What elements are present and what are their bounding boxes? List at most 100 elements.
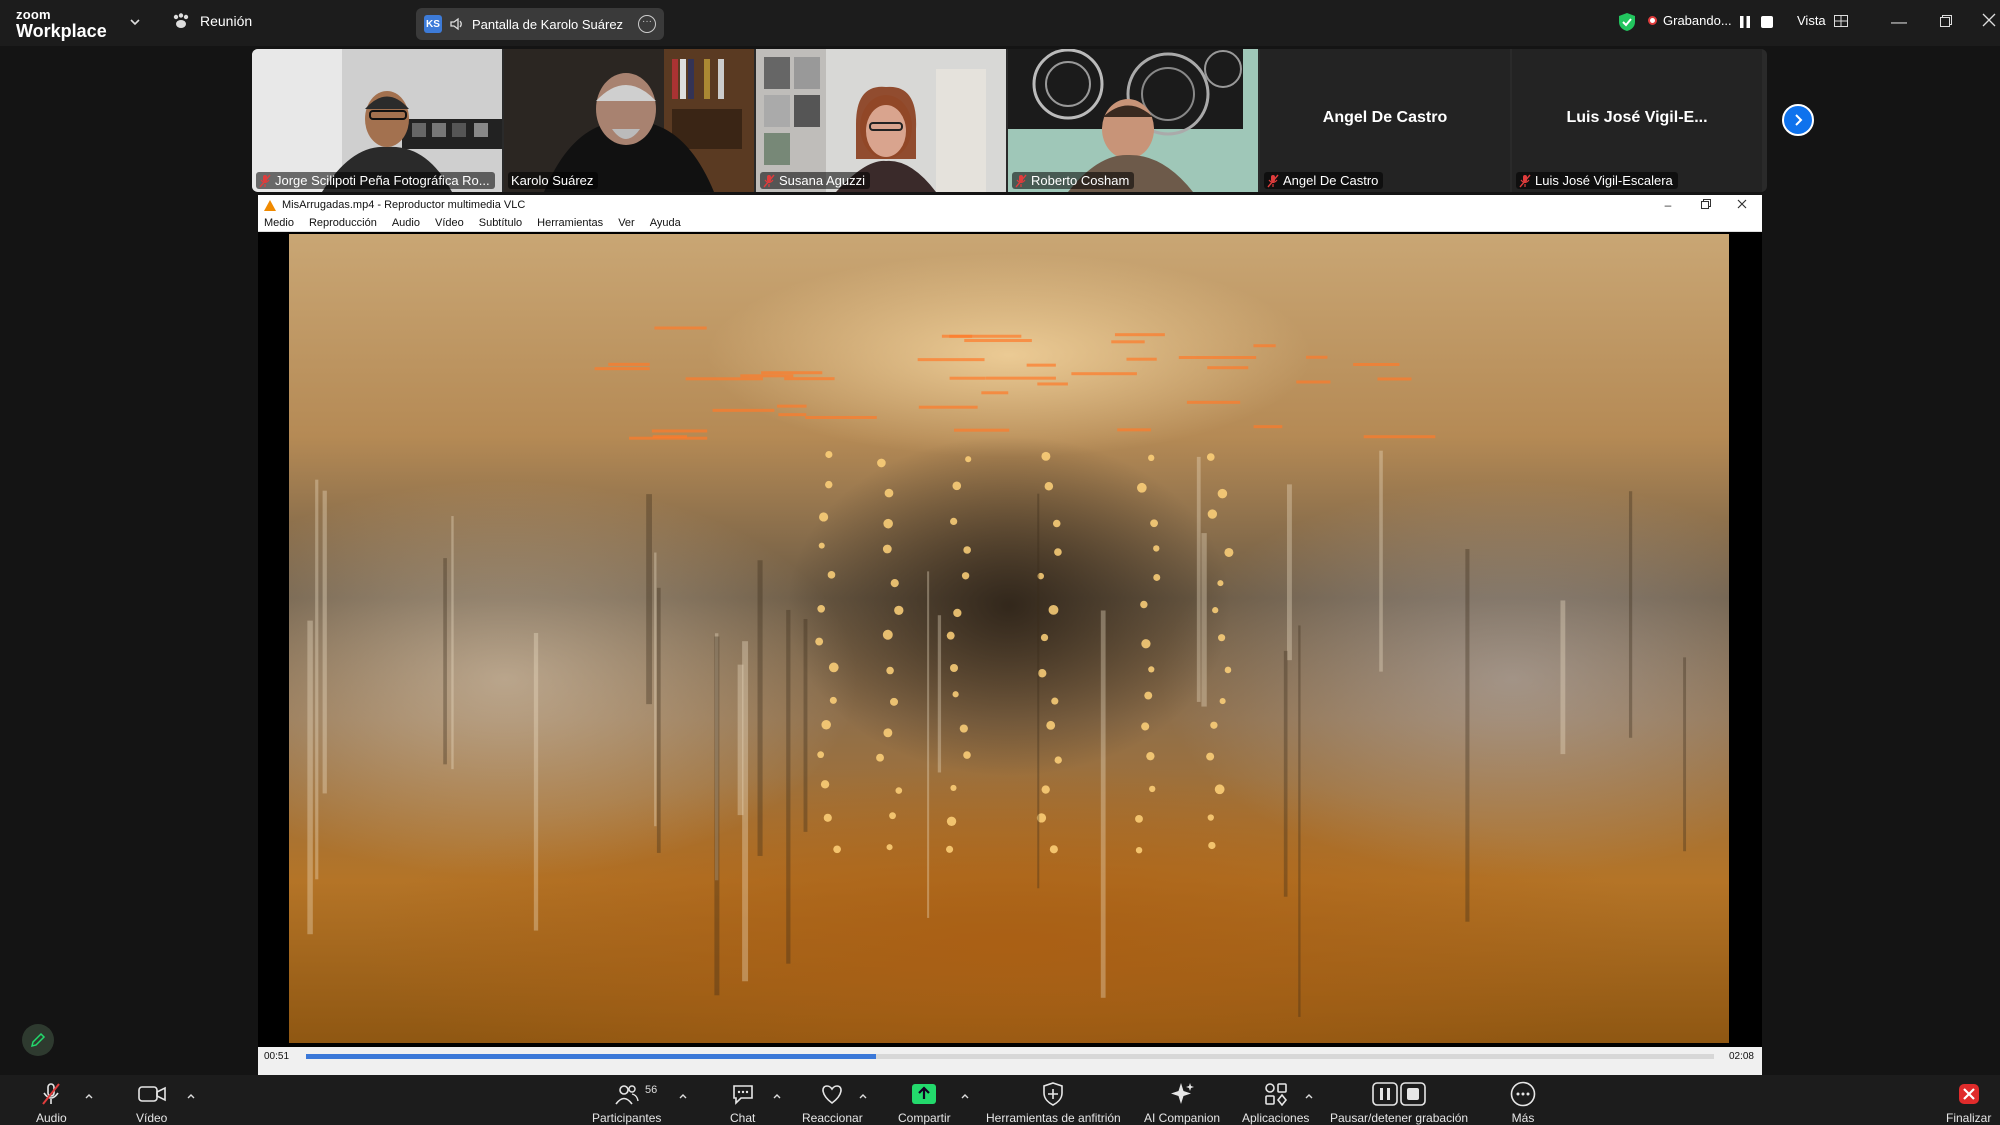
chevron-down-icon[interactable] bbox=[128, 15, 142, 29]
vlc-cone-icon bbox=[264, 199, 276, 211]
vlc-menu-audio[interactable]: Audio bbox=[392, 217, 420, 229]
apps-icon bbox=[1264, 1083, 1287, 1106]
shield-icon bbox=[1043, 1082, 1064, 1106]
top-bar: zoom Workplace Reunión KS Pantalla de Ka… bbox=[0, 0, 2000, 46]
share-options-icon[interactable]: ··· bbox=[638, 15, 656, 33]
restore-icon bbox=[1940, 15, 1952, 27]
participant-tile-active-speaker[interactable]: Karolo Suárez bbox=[504, 49, 754, 192]
pause-recording-button[interactable] bbox=[1737, 14, 1753, 30]
vlc-title: MisArrugadas.mp4 - Reproductor multimedi… bbox=[282, 199, 526, 211]
vlc-restore-button[interactable] bbox=[1690, 195, 1722, 215]
participant-tile-no-video[interactable]: Angel De Castro Angel De Castro bbox=[1260, 49, 1510, 192]
vlc-menu-video[interactable]: Vídeo bbox=[435, 217, 464, 229]
participant-tile[interactable]: Jorge Scilipoti Peña Fotográfica Ro... bbox=[252, 49, 502, 192]
react-button[interactable]: Reaccionar bbox=[802, 1081, 863, 1125]
participant-display-name: Luis José Vigil-E... bbox=[1566, 109, 1708, 126]
video-frame-carousel[interactable] bbox=[289, 234, 1729, 1043]
end-meeting-icon bbox=[1958, 1084, 1979, 1104]
mic-muted-icon bbox=[1519, 174, 1531, 187]
share-label: Pantalla de Karolo Suárez bbox=[472, 16, 624, 32]
video-options-chevron-up-icon[interactable] bbox=[186, 1091, 196, 1101]
share-screen-icon bbox=[912, 1084, 937, 1104]
vlc-title-bar[interactable]: MisArrugadas.mp4 - Reproductor multimedi… bbox=[258, 195, 1762, 215]
brand-top: zoom bbox=[16, 7, 51, 22]
view-label: Vista bbox=[1797, 13, 1826, 28]
close-icon bbox=[1982, 13, 1996, 27]
recording-controls-icon bbox=[1372, 1082, 1426, 1106]
vlc-minimize-button[interactable]: – bbox=[1652, 195, 1684, 215]
zoom-meeting-window: zoom Workplace Reunión KS Pantalla de Ka… bbox=[0, 0, 2000, 1125]
seek-progress bbox=[306, 1054, 877, 1059]
participant-name: Karolo Suárez bbox=[508, 172, 599, 189]
chat-options-chevron-up-icon[interactable] bbox=[772, 1091, 782, 1101]
recording-dot-icon bbox=[1648, 16, 1657, 25]
audio-button[interactable]: Audio bbox=[36, 1081, 67, 1125]
more-button[interactable]: Más bbox=[1510, 1081, 1536, 1125]
participant-video bbox=[1008, 49, 1258, 192]
vlc-menu-medio[interactable]: Medio bbox=[264, 217, 294, 229]
next-participants-button[interactable] bbox=[1782, 104, 1814, 136]
participants-icon bbox=[615, 1085, 639, 1105]
end-meeting-button[interactable]: Finalizar bbox=[1946, 1081, 1991, 1125]
apps-button[interactable]: Aplicaciones bbox=[1242, 1081, 1309, 1125]
seek-bar[interactable] bbox=[306, 1054, 1714, 1059]
vlc-menu-ayuda[interactable]: Ayuda bbox=[650, 217, 681, 229]
participant-name: Susana Aguzzi bbox=[760, 172, 871, 189]
zoom-workplace-logo[interactable]: zoom Workplace bbox=[16, 8, 107, 40]
participant-name: Roberto Cosham bbox=[1012, 172, 1135, 189]
minimize-button[interactable]: — bbox=[1886, 10, 1912, 36]
vlc-menu-bar: Medio Reproducción Audio Vídeo Subtítulo… bbox=[258, 215, 1762, 232]
chevron-right-icon bbox=[1795, 114, 1803, 126]
sparkle-icon bbox=[1171, 1083, 1195, 1104]
meeting-label: Reunión bbox=[200, 13, 253, 29]
screen-share-indicator[interactable]: KS Pantalla de Karolo Suárez ··· bbox=[416, 8, 664, 40]
vlc-close-button[interactable] bbox=[1726, 195, 1758, 215]
share-options-chevron-up-icon[interactable] bbox=[960, 1091, 970, 1101]
participant-video bbox=[252, 49, 502, 192]
meeting-paw-icon bbox=[173, 13, 189, 28]
video-button[interactable]: Vídeo bbox=[136, 1081, 167, 1125]
mic-muted-icon bbox=[763, 174, 775, 187]
mic-muted-icon bbox=[1267, 174, 1279, 187]
brand-bottom: Workplace bbox=[16, 21, 107, 41]
participant-video bbox=[756, 49, 1006, 192]
audio-options-chevron-up-icon[interactable] bbox=[84, 1091, 94, 1101]
view-button[interactable]: Vista bbox=[1797, 13, 1848, 28]
restore-button[interactable] bbox=[1933, 10, 1959, 36]
meeting-info-button[interactable]: Reunión bbox=[172, 13, 252, 29]
chat-button[interactable]: Chat bbox=[730, 1081, 755, 1125]
mic-muted-icon bbox=[259, 174, 271, 187]
vlc-menu-ver[interactable]: Ver bbox=[618, 217, 635, 229]
ai-companion-button[interactable]: AI Companion bbox=[1144, 1081, 1220, 1125]
vlc-menu-herramientas[interactable]: Herramientas bbox=[537, 217, 603, 229]
pause-stop-recording-button[interactable]: Pausar/detener grabación bbox=[1330, 1081, 1468, 1125]
close-window-button[interactable] bbox=[1976, 10, 2000, 36]
close-icon bbox=[1737, 199, 1747, 209]
share-screen-button[interactable]: Compartir bbox=[898, 1081, 951, 1125]
chat-icon bbox=[732, 1085, 753, 1105]
participant-tile[interactable]: Roberto Cosham bbox=[1008, 49, 1258, 192]
participant-name: Luis José Vigil-Escalera bbox=[1516, 172, 1678, 189]
participants-options-chevron-up-icon[interactable] bbox=[678, 1091, 688, 1101]
stop-icon bbox=[1761, 16, 1773, 28]
participant-tile-no-video[interactable]: Luis José Vigil-E... Luis José Vigil-Esc… bbox=[1512, 49, 1762, 192]
restore-icon bbox=[1701, 199, 1711, 209]
annotate-button[interactable] bbox=[22, 1024, 54, 1056]
react-options-chevron-up-icon[interactable] bbox=[858, 1091, 868, 1101]
security-shield-icon[interactable] bbox=[1618, 12, 1636, 32]
shared-screen-vlc-window: MisArrugadas.mp4 - Reproductor multimedi… bbox=[258, 195, 1762, 1075]
mic-muted-icon bbox=[1015, 174, 1027, 187]
video-camera-icon bbox=[137, 1086, 166, 1102]
participant-name: Angel De Castro bbox=[1264, 172, 1384, 189]
grid-view-icon bbox=[1833, 14, 1848, 27]
meeting-toolbar: Audio Vídeo Participantes 56 Chat Reacci… bbox=[0, 1075, 2000, 1125]
recording-status: Grabando... bbox=[1648, 13, 1732, 28]
stop-recording-button[interactable] bbox=[1759, 14, 1775, 30]
participant-tile[interactable]: Susana Aguzzi bbox=[756, 49, 1006, 192]
host-tools-button[interactable]: Herramientas de anfitrión bbox=[986, 1081, 1121, 1125]
vlc-menu-reproduccion[interactable]: Reproducción bbox=[309, 217, 377, 229]
sharer-avatar: KS bbox=[424, 15, 442, 33]
apps-options-chevron-up-icon[interactable] bbox=[1304, 1091, 1314, 1101]
vlc-menu-subtitulo[interactable]: Subtítulo bbox=[479, 217, 522, 229]
participant-display-name: Angel De Castro bbox=[1322, 109, 1448, 126]
